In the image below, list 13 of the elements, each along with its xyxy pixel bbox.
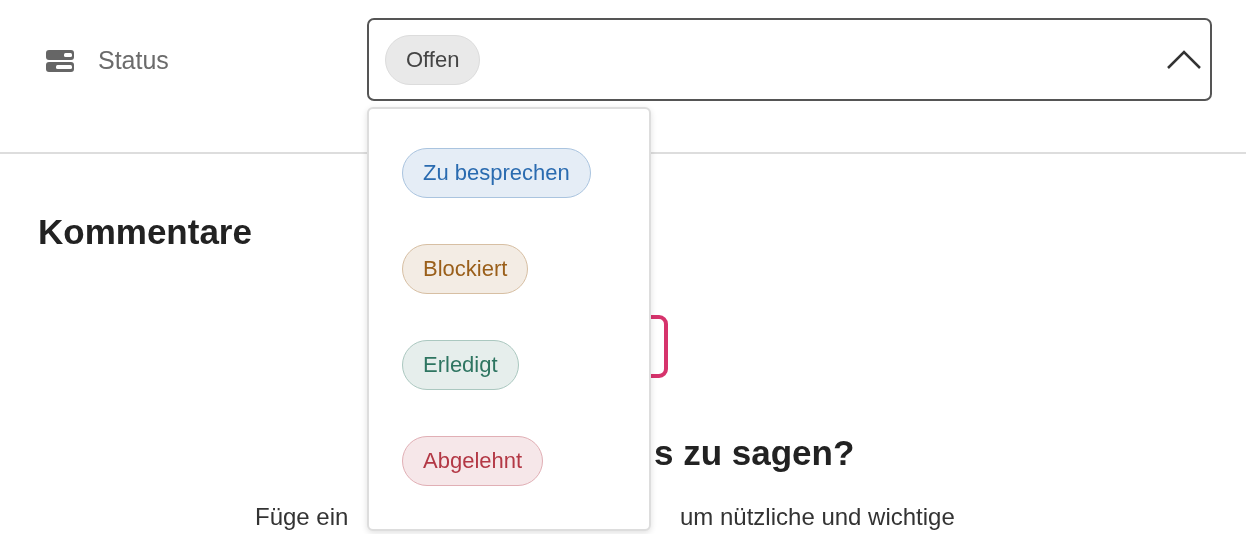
status-option[interactable]: Abgelehnt [402,436,544,486]
empty-text: um nützliche und wichtige [680,503,955,531]
status-option[interactable]: Zu besprechen [402,148,591,198]
toggle-icon [46,49,74,72]
status-option[interactable]: Erledigt [402,340,519,390]
status-tag: Offen [385,34,481,85]
empty-text: Füge ein [255,503,349,531]
field-label: Status [98,46,169,75]
chevron-icon [1166,49,1202,70]
empty-heading: s zu sagen? [654,433,855,473]
section-heading: Kommentare [38,212,253,252]
status-select[interactable]: Offen [367,18,1212,101]
status-option[interactable]: Blockiert [402,244,529,294]
